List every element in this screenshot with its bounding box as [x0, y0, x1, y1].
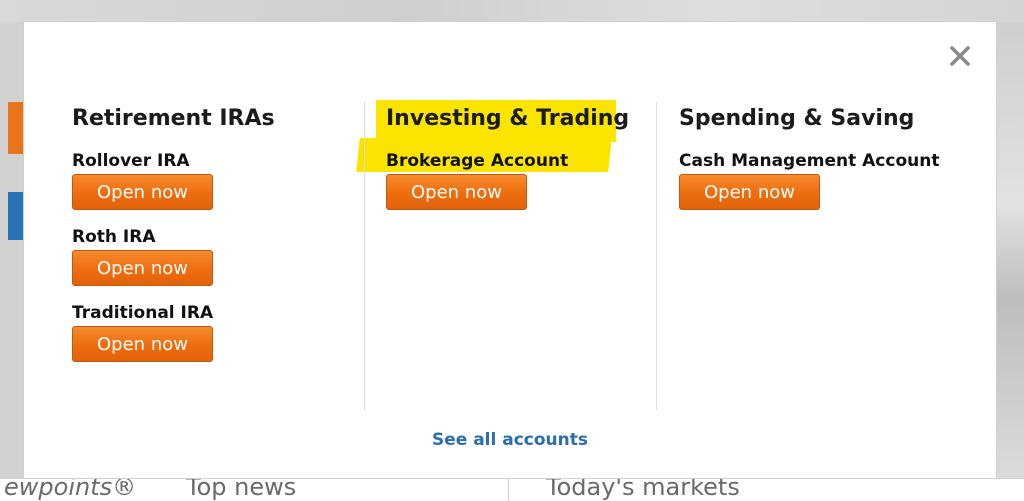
see-all-accounts: See all accounts	[24, 430, 996, 450]
product-name: Cash Management Account	[679, 151, 940, 171]
screen: ewpoints® Top news Today's markets Retir…	[0, 0, 1024, 501]
background-divider	[508, 479, 509, 501]
background-orange-tab	[8, 102, 24, 154]
background-page-header	[0, 0, 1024, 22]
column-title: Retirement IRAs	[72, 106, 275, 131]
open-now-button-rollover-ira[interactable]: Open now	[72, 174, 213, 210]
product-rollover-ira: Rollover IRA Open now	[72, 150, 362, 210]
product-roth-ira: Roth IRA Open now	[72, 226, 362, 286]
background-blue-tab	[8, 192, 24, 240]
close-button[interactable]	[946, 42, 974, 70]
background-page-left	[0, 22, 24, 482]
column-divider	[364, 102, 365, 410]
product-name: Traditional IRA	[72, 303, 214, 323]
open-now-button-cash-management-account[interactable]: Open now	[679, 174, 820, 210]
column-retirement-iras: Retirement IRAs Rollover IRA Open now Ro…	[72, 102, 362, 410]
column-title: Spending & Saving	[679, 106, 915, 131]
close-icon	[950, 46, 970, 66]
column-title: Investing & Trading	[386, 106, 630, 131]
column-spending-saving: Spending & Saving Cash Management Accoun…	[679, 102, 979, 410]
background-page-footer: ewpoints® Top news Today's markets	[0, 473, 1024, 501]
column-divider	[656, 102, 657, 410]
background-page-right	[996, 22, 1024, 482]
product-name: Brokerage Account	[386, 151, 569, 171]
product-cash-management-account: Cash Management Account Open now	[679, 150, 979, 210]
open-now-button-roth-ira[interactable]: Open now	[72, 250, 213, 286]
open-account-modal: Retirement IRAs Rollover IRA Open now Ro…	[24, 22, 996, 478]
column-investing-trading: Investing & Trading Brokerage Account Op…	[386, 102, 654, 410]
open-now-button-traditional-ira[interactable]: Open now	[72, 326, 213, 362]
open-now-button-brokerage-account[interactable]: Open now	[386, 174, 527, 210]
product-traditional-ira: Traditional IRA Open now	[72, 302, 362, 362]
product-name: Rollover IRA	[72, 151, 190, 171]
product-name: Roth IRA	[72, 227, 156, 247]
product-brokerage-account: Brokerage Account Open now	[386, 150, 654, 210]
see-all-accounts-link[interactable]: See all accounts	[432, 430, 588, 450]
